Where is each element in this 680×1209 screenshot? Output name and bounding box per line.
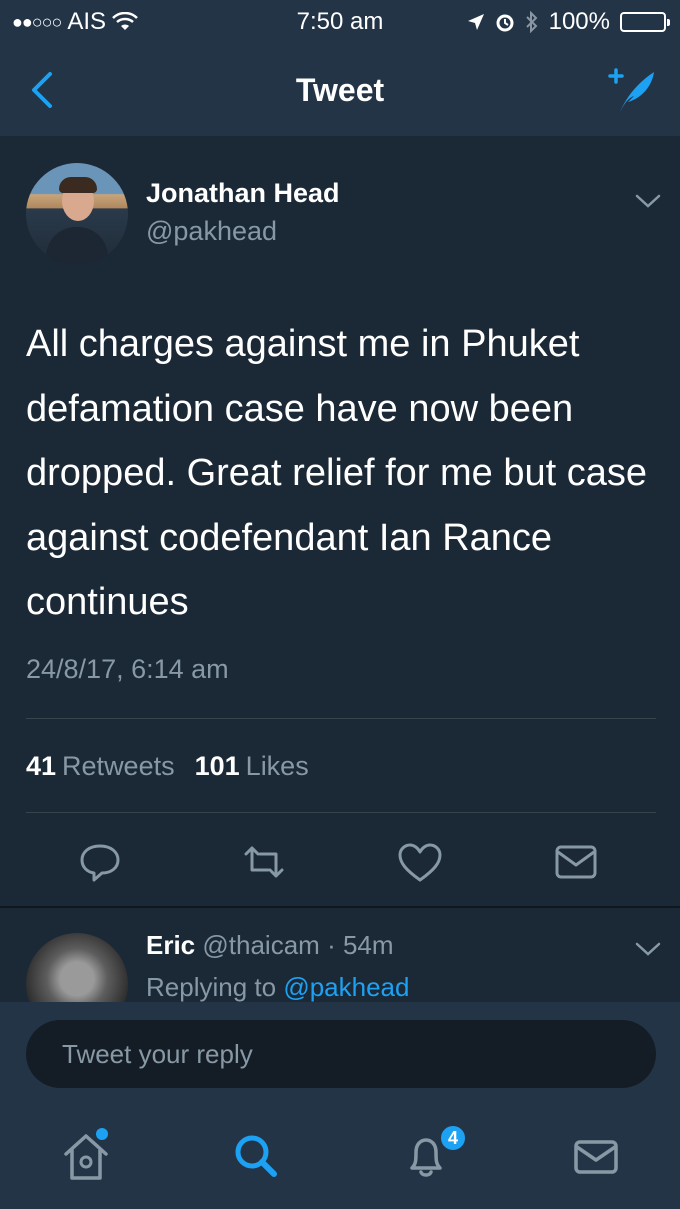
messages-icon[interactable] xyxy=(566,1126,626,1186)
author-avatar[interactable] xyxy=(26,163,128,265)
notification-badge: 4 xyxy=(439,1124,467,1152)
likes-stat[interactable]: 101 Likes xyxy=(195,751,309,782)
signal-strength: ●●○○○ xyxy=(12,11,62,32)
alarm-icon xyxy=(496,14,514,32)
battery-icon xyxy=(620,12,670,32)
chevron-down-icon[interactable] xyxy=(634,192,662,210)
retweet-icon[interactable] xyxy=(240,840,288,884)
reply-tweet[interactable]: Eric @thaicam · 54m Replying to @pakhead xyxy=(0,908,680,1002)
location-arrow-icon xyxy=(467,14,484,30)
status-right: 100% xyxy=(467,8,670,36)
retweets-stat[interactable]: 41 Retweets xyxy=(26,751,175,782)
direct-message-icon[interactable] xyxy=(552,840,600,884)
replying-to: Replying to @pakhead xyxy=(146,972,409,1002)
reply-meta: Eric @thaicam · 54m xyxy=(146,930,394,961)
home-new-indicator xyxy=(96,1128,108,1140)
divider xyxy=(26,812,656,813)
reply-avatar[interactable] xyxy=(26,933,128,1002)
tab-bar: 4 xyxy=(0,1104,680,1209)
replying-to-handle[interactable]: @pakhead xyxy=(283,972,409,1002)
retweets-count: 41 xyxy=(26,751,57,781)
search-icon[interactable] xyxy=(226,1126,286,1186)
tweet-detail: Jonathan Head @pakhead All charges again… xyxy=(0,136,680,906)
status-bar: ●●○○○ AIS 7:50 am 100% xyxy=(0,0,680,44)
tweet-stats: 41 Retweets 101 Likes xyxy=(26,751,309,782)
reply-author-handle[interactable]: @thaicam xyxy=(202,930,319,960)
author-handle[interactable]: @pakhead xyxy=(146,216,277,247)
tweet-timestamp: 24/8/17, 6:14 am xyxy=(26,654,229,684)
reply-author-name[interactable]: Eric xyxy=(146,930,195,960)
status-left: ●●○○○ AIS xyxy=(12,8,138,36)
replying-to-label: Replying to xyxy=(146,972,277,1002)
reply-composer xyxy=(0,1002,680,1104)
author-name[interactable]: Jonathan Head xyxy=(146,178,340,209)
back-chevron-icon[interactable] xyxy=(22,68,62,112)
page-title: Tweet xyxy=(295,71,385,108)
reply-separator: · xyxy=(327,930,336,960)
likes-label: Likes xyxy=(245,751,309,781)
reply-icon[interactable] xyxy=(76,840,124,884)
navigation-bar: Tweet xyxy=(0,44,680,136)
divider xyxy=(26,718,656,719)
battery-percent: 100% xyxy=(548,8,610,35)
compose-tweet-icon[interactable] xyxy=(602,66,658,118)
retweets-label: Retweets xyxy=(62,751,175,781)
carrier-name: AIS xyxy=(67,8,107,35)
chevron-down-icon[interactable] xyxy=(634,940,662,958)
likes-count: 101 xyxy=(194,751,240,781)
reply-time: 54m xyxy=(342,930,394,960)
reply-input[interactable] xyxy=(26,1020,656,1088)
tweet-text: All charges against me in Phuket defamat… xyxy=(26,323,647,623)
wifi-icon xyxy=(112,12,138,30)
bluetooth-icon xyxy=(525,11,538,33)
like-icon[interactable] xyxy=(396,840,444,884)
